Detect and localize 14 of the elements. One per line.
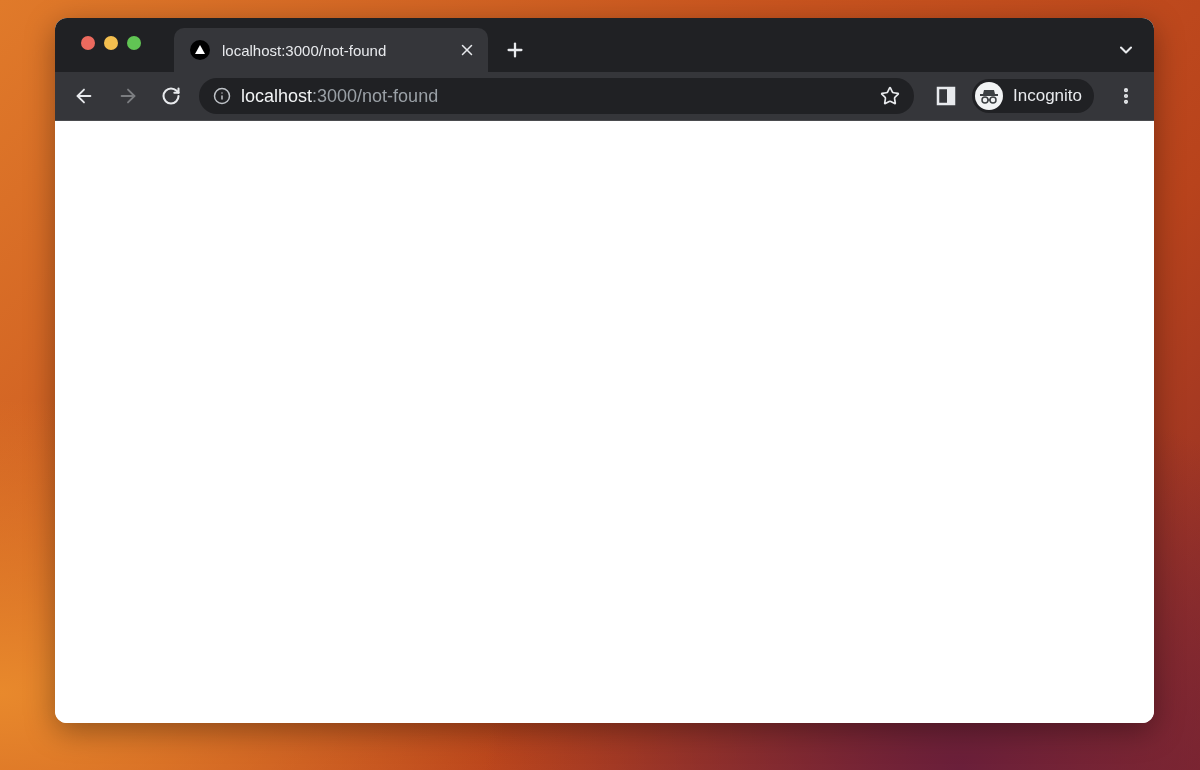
incognito-profile-button[interactable]: Incognito	[972, 79, 1094, 113]
close-window-button[interactable]	[81, 36, 95, 50]
triangle-logo-icon	[190, 40, 210, 60]
maximize-window-button[interactable]	[127, 36, 141, 50]
bookmark-star-icon[interactable]	[880, 86, 900, 106]
tab-title: localhost:3000/not-found	[222, 41, 388, 59]
side-panel-icon[interactable]	[936, 86, 956, 106]
browser-tab[interactable]: localhost:3000/not-found	[174, 28, 488, 72]
address-bar[interactable]: localhost:3000/not-found	[199, 78, 914, 114]
info-icon[interactable]	[213, 87, 231, 105]
reload-icon[interactable]	[161, 86, 181, 106]
minimize-window-button[interactable]	[104, 36, 118, 50]
incognito-icon	[975, 82, 1003, 110]
url-text: localhost:3000/not-found	[241, 85, 440, 107]
